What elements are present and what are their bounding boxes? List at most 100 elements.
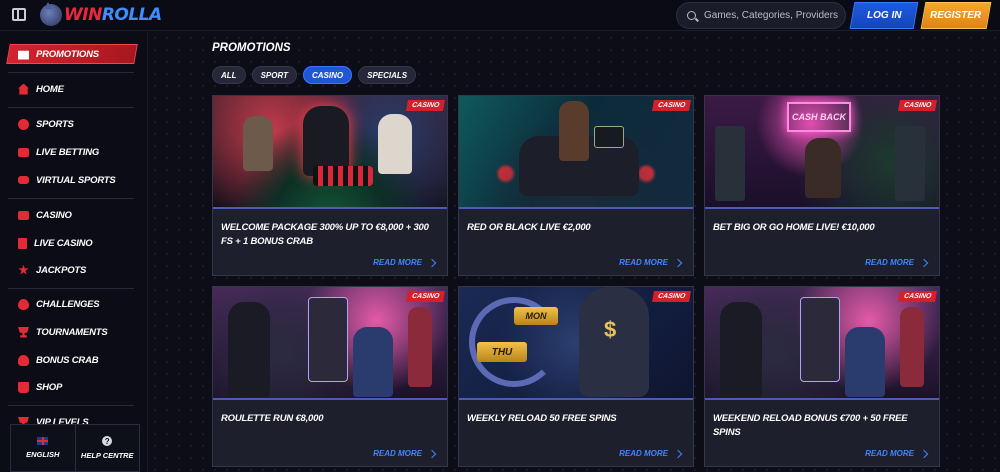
promo-card[interactable]: CASINO ROULETTE RUN €8,000 READ MORE (212, 286, 448, 467)
promo-title: ROULETTE RUN €8,000 (221, 413, 324, 424)
search-input[interactable] (704, 10, 844, 21)
login-label: LOG IN (866, 10, 902, 21)
promo-image (705, 287, 939, 400)
chevron-right-icon (919, 449, 929, 458)
sidebar-item-label: PROMOTIONS (36, 48, 99, 60)
cash-back-sign: CASH BACK (787, 102, 851, 132)
promo-image (213, 96, 447, 209)
promo-filters: ALL SPORT CASINO SPECIALS (212, 66, 417, 84)
chevron-right-icon (919, 258, 929, 267)
slot-icon (18, 210, 29, 220)
sidebar-item-label: BONUS CRAB (36, 354, 99, 366)
sidebar-item-label: LIVE CASINO (34, 237, 93, 249)
help-label: HELP CENTRE (80, 451, 134, 460)
promo-title: RED OR BLACK LIVE €2,000 (467, 222, 591, 233)
help-icon: ? (102, 436, 113, 446)
top-header: WINROLLA LOG IN REGISTER (0, 0, 1000, 31)
read-more-label: READ MORE (373, 258, 422, 267)
read-more-label: READ MORE (619, 449, 668, 458)
sidebar-item-label: SPORTS (36, 118, 74, 130)
read-more-label: READ MORE (619, 258, 668, 267)
home-icon (18, 83, 29, 95)
sidebar-item-home[interactable]: HOME (18, 81, 64, 97)
sidebar-toggle-icon[interactable] (12, 8, 26, 21)
login-button[interactable]: LOG IN (849, 2, 919, 29)
sidebar-item-casino[interactable]: CASINO (18, 207, 72, 223)
read-more-label: READ MORE (865, 449, 914, 458)
read-more-link[interactable]: READ MORE (865, 258, 929, 267)
promo-title: WEEKEND RELOAD BONUS €700 + 50 FREE SPIN… (713, 413, 908, 438)
language-button[interactable]: ENGLISH (10, 424, 76, 472)
help-centre-button[interactable]: ? HELP CENTRE (74, 424, 140, 472)
gamepad-icon (18, 176, 29, 184)
main-content: PROMOTIONS ALL SPORT CASINO SPECIALS CAS… (149, 32, 1000, 472)
gift-icon (18, 49, 29, 60)
sidebar-item-jackpots[interactable]: JACKPOTS (18, 262, 86, 278)
category-tag: CASINO (651, 100, 691, 111)
read-more-link[interactable]: READ MORE (619, 258, 683, 267)
divider (8, 288, 134, 289)
promo-title: WEEKLY RELOAD 50 FREE SPINS (467, 413, 617, 424)
language-label: ENGLISH (26, 450, 60, 459)
filter-specials[interactable]: SPECIALS (358, 66, 417, 84)
sidebar-item-bonus-crab[interactable]: BONUS CRAB (18, 352, 99, 368)
sidebar: PROMOTIONS HOME SPORTS LIVE BETTING VIRT… (0, 32, 148, 472)
thu-bar: THU (477, 342, 527, 362)
promo-title: WELCOME PACKAGE 300% UP TO €8,000 + 300 … (221, 222, 429, 247)
promo-image (459, 96, 693, 209)
sidebar-item-label: TOURNAMENTS (36, 326, 108, 338)
chevron-right-icon (427, 258, 437, 267)
wolf-logo-icon (40, 2, 62, 26)
sidebar-item-label: CASINO (36, 209, 72, 221)
promo-card[interactable]: MON THU $ CASINO WEEKLY RELOAD 50 FREE S… (458, 286, 694, 467)
promo-title: BET BIG OR GO HOME LIVE! €10,000 (713, 222, 875, 233)
sidebar-footer: ENGLISH ? HELP CENTRE (10, 424, 140, 472)
site-logo[interactable]: WINROLLA (40, 2, 162, 27)
category-tag: CASINO (405, 100, 445, 111)
search-icon (687, 11, 696, 20)
sidebar-item-label: LIVE BETTING (36, 146, 100, 158)
sidebar-item-shop[interactable]: SHOP (18, 379, 62, 395)
read-more-link[interactable]: READ MORE (373, 449, 437, 458)
promo-card[interactable]: CASINO WEEKEND RELOAD BONUS €700 + 50 FR… (704, 286, 940, 467)
tv-icon (18, 147, 29, 157)
read-more-label: READ MORE (865, 258, 914, 267)
register-button[interactable]: REGISTER (920, 2, 992, 29)
promo-card[interactable]: CASINO WELCOME PACKAGE 300% UP TO €8,000… (212, 95, 448, 276)
page-title: PROMOTIONS (212, 42, 291, 54)
divider (8, 107, 134, 108)
category-tag: CASINO (405, 291, 445, 302)
dollar-icon: $ (604, 317, 617, 342)
sidebar-item-label: HOME (36, 83, 64, 95)
filter-casino[interactable]: CASINO (302, 66, 353, 84)
read-more-link[interactable]: READ MORE (865, 449, 929, 458)
mon-bar: MON (514, 307, 558, 325)
filter-sport[interactable]: SPORT (251, 66, 297, 84)
crab-icon (18, 354, 29, 366)
medal-icon (18, 298, 29, 310)
read-more-label: READ MORE (373, 449, 422, 458)
bag-icon (18, 381, 29, 393)
category-tag: CASINO (651, 291, 691, 302)
search-box[interactable] (676, 2, 846, 29)
divider (8, 405, 134, 406)
register-label: REGISTER (930, 10, 982, 21)
sidebar-item-live-casino[interactable]: LIVE CASINO (18, 235, 93, 251)
promo-image (213, 287, 447, 400)
sidebar-item-live-betting[interactable]: LIVE BETTING (18, 144, 99, 160)
read-more-link[interactable]: READ MORE (373, 258, 437, 267)
sidebar-item-challenges[interactable]: CHALLENGES (18, 296, 100, 312)
read-more-link[interactable]: READ MORE (619, 449, 683, 458)
filter-all[interactable]: ALL (212, 66, 246, 84)
sidebar-item-label: CHALLENGES (36, 298, 100, 310)
category-tag: CASINO (897, 100, 937, 111)
sidebar-item-tournaments[interactable]: TOURNAMENTS (18, 324, 108, 340)
chevron-right-icon (673, 449, 683, 458)
ball-icon (18, 118, 29, 130)
sidebar-item-sports[interactable]: SPORTS (18, 116, 74, 132)
sidebar-item-virtual-sports[interactable]: VIRTUAL SPORTS (18, 172, 116, 188)
promo-card[interactable]: CASINO RED OR BLACK LIVE €2,000 READ MOR… (458, 95, 694, 276)
promo-card[interactable]: CASH BACK CASINO BET BIG OR GO HOME LIVE… (704, 95, 940, 276)
sidebar-item-promotions[interactable]: PROMOTIONS (6, 44, 138, 64)
cards-icon (18, 237, 27, 249)
